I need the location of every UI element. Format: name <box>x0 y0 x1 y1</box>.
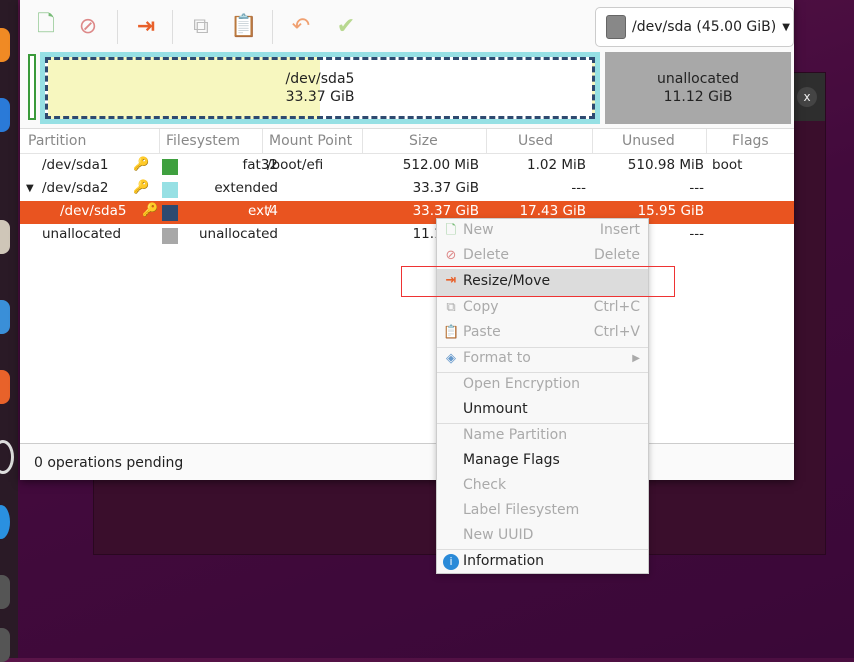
filesystem-color-swatch <box>162 159 178 175</box>
menu-item-label-filesystem[interactable]: Label Filesystem <box>437 499 648 524</box>
close-icon[interactable]: x <box>797 87 817 107</box>
col-filesystem[interactable]: Filesystem <box>166 133 240 149</box>
table-row[interactable]: ▼ 🔑 /dev/sda2 extended 33.37 GiB --- --- <box>20 178 794 201</box>
unallocated-name: unallocated <box>657 71 739 87</box>
col-flags[interactable]: Flags <box>732 133 769 149</box>
partition-cell: unallocated <box>42 226 122 242</box>
disc-icon[interactable] <box>0 440 14 474</box>
menu-item-unmount[interactable]: Unmount <box>437 398 648 423</box>
unused-cell: 510.98 MiB <box>627 157 704 173</box>
unallocated-block[interactable]: unallocated 11.12 GiB <box>605 52 791 124</box>
key-icon: 🔑 <box>133 157 150 172</box>
size-cell: 33.37 GiB <box>412 180 479 196</box>
apply-icon[interactable]: ✔ <box>330 8 362 44</box>
new-icon: 🗋 <box>445 223 457 238</box>
partition-cell: /dev/sda1 <box>42 157 109 173</box>
sda1-block[interactable] <box>28 54 36 120</box>
partition-cell: /dev/sda5 <box>60 203 127 219</box>
list-header: Partition Filesystem Mount Point Size Us… <box>20 129 794 154</box>
col-mount-point[interactable]: Mount Point <box>269 133 352 149</box>
device-selector[interactable]: /dev/sda (45.00 GiB) ▼ <box>595 7 794 47</box>
new-icon[interactable]: 🗋 <box>30 8 62 44</box>
size-cell: 512.00 MiB <box>402 157 479 173</box>
unallocated-size: 11.12 GiB <box>663 89 733 105</box>
menu-item-new[interactable]: 🗋 New Insert <box>437 219 648 244</box>
thunderbird-icon[interactable] <box>0 98 10 132</box>
menu-item-name-partition[interactable]: Name Partition <box>437 424 648 449</box>
disk-icon <box>606 15 626 39</box>
unused-cell: 15.95 GiB <box>637 203 704 219</box>
used-cell: 1.02 MiB <box>526 157 586 173</box>
copy-icon: ⧉ <box>446 300 456 315</box>
key-icon: 🔑 <box>133 180 150 195</box>
app-icon[interactable] <box>0 575 10 609</box>
table-row[interactable]: 🔑 /dev/sda5 ext4/ 33.37 GiB 17.43 GiB 15.95 G… <box>20 201 794 224</box>
size-cell: 33.37 GiB <box>412 203 479 219</box>
menu-item-check[interactable]: Check <box>437 474 648 499</box>
delete-icon[interactable]: ⊘ <box>72 8 104 44</box>
sda5-size: 33.37 GiB <box>285 89 355 105</box>
menu-item-new-uuid[interactable]: New UUID <box>437 524 648 549</box>
files-icon[interactable] <box>0 220 10 254</box>
used-cell: --- <box>571 180 586 196</box>
gparted-window: 🗋 ⊘ ⇥ ⧉ 📋 ↶ ✔ /dev/sda (45.00 GiB) ▼ /de… <box>20 0 794 480</box>
paste-icon: 📋 <box>443 325 460 340</box>
paste-icon[interactable]: 📋 <box>228 8 260 44</box>
delete-icon: ⊘ <box>445 248 457 263</box>
toolbar-separator <box>272 10 273 44</box>
format-icon: ◈ <box>446 351 456 366</box>
dock <box>0 0 18 662</box>
chevron-down-icon: ▼ <box>782 21 790 33</box>
key-icon: 🔑 <box>142 203 159 218</box>
highlight-annotation <box>401 266 675 297</box>
table-row[interactable]: 🔑/dev/sda1 fat32/boot/efi 512.00 MiB 1.02 M… <box>20 155 794 178</box>
menu-item-paste[interactable]: 📋 Paste Ctrl+V <box>437 321 648 346</box>
used-cell: 17.43 GiB <box>519 203 586 219</box>
table-row[interactable]: unallocatedunallocated11.12 GiB------ <box>20 224 794 247</box>
status-bar: 0 operations pending <box>20 443 794 480</box>
toolbar-separator <box>172 10 173 44</box>
col-partition[interactable]: Partition <box>28 133 86 149</box>
filesystem-cell: ext4 <box>248 203 278 219</box>
partition-cell: /dev/sda2 <box>42 180 109 196</box>
filesystem-color-swatch <box>162 182 178 198</box>
menu-item-open-encryption[interactable]: Open Encryption <box>437 373 648 398</box>
menu-item-copy[interactable]: ⧉ Copy Ctrl+C <box>437 296 648 321</box>
software-icon[interactable] <box>0 370 10 404</box>
submenu-arrow-icon: ▶ <box>632 353 640 364</box>
mount-point-cell: /boot/efi <box>267 157 324 173</box>
firefox-icon[interactable] <box>0 28 10 62</box>
menu-item-information[interactable]: i Information <box>437 550 648 575</box>
disk-map: /dev/sda5 33.37 GiB unallocated 11.12 Gi… <box>25 52 791 124</box>
menu-item-format-to[interactable]: ◈ Format to ▶ <box>437 347 648 372</box>
filesystem-color-swatch <box>162 205 178 221</box>
expander-icon[interactable]: ▼ <box>26 183 34 194</box>
app-icon[interactable] <box>0 300 10 334</box>
menu-item-manage-flags[interactable]: Manage Flags <box>437 449 648 474</box>
info-icon: i <box>443 554 459 570</box>
undo-icon[interactable]: ↶ <box>285 8 317 44</box>
col-size[interactable]: Size <box>409 133 438 149</box>
device-label: /dev/sda (45.00 GiB) <box>632 19 777 35</box>
sda2-extended-block[interactable]: /dev/sda5 33.37 GiB <box>40 52 600 124</box>
unused-cell: --- <box>689 180 704 196</box>
flags-cell: boot <box>712 157 743 173</box>
resize-move-icon[interactable]: ⇥ <box>130 8 162 44</box>
col-used[interactable]: Used <box>518 133 553 149</box>
mount-point-cell: / <box>267 203 272 219</box>
sda5-block[interactable]: /dev/sda5 33.37 GiB <box>45 57 595 119</box>
app-icon[interactable] <box>0 628 10 662</box>
filesystem-color-swatch <box>162 228 178 244</box>
filesystem-cell: unallocated <box>198 226 278 242</box>
copy-icon[interactable]: ⧉ <box>185 8 217 44</box>
filesystem-cell: extended <box>214 180 278 196</box>
toolbar-separator <box>117 10 118 44</box>
app-icon[interactable] <box>0 505 10 539</box>
unused-cell: --- <box>689 226 704 242</box>
sda5-name: /dev/sda5 <box>285 71 355 87</box>
col-unused[interactable]: Unused <box>622 133 675 149</box>
